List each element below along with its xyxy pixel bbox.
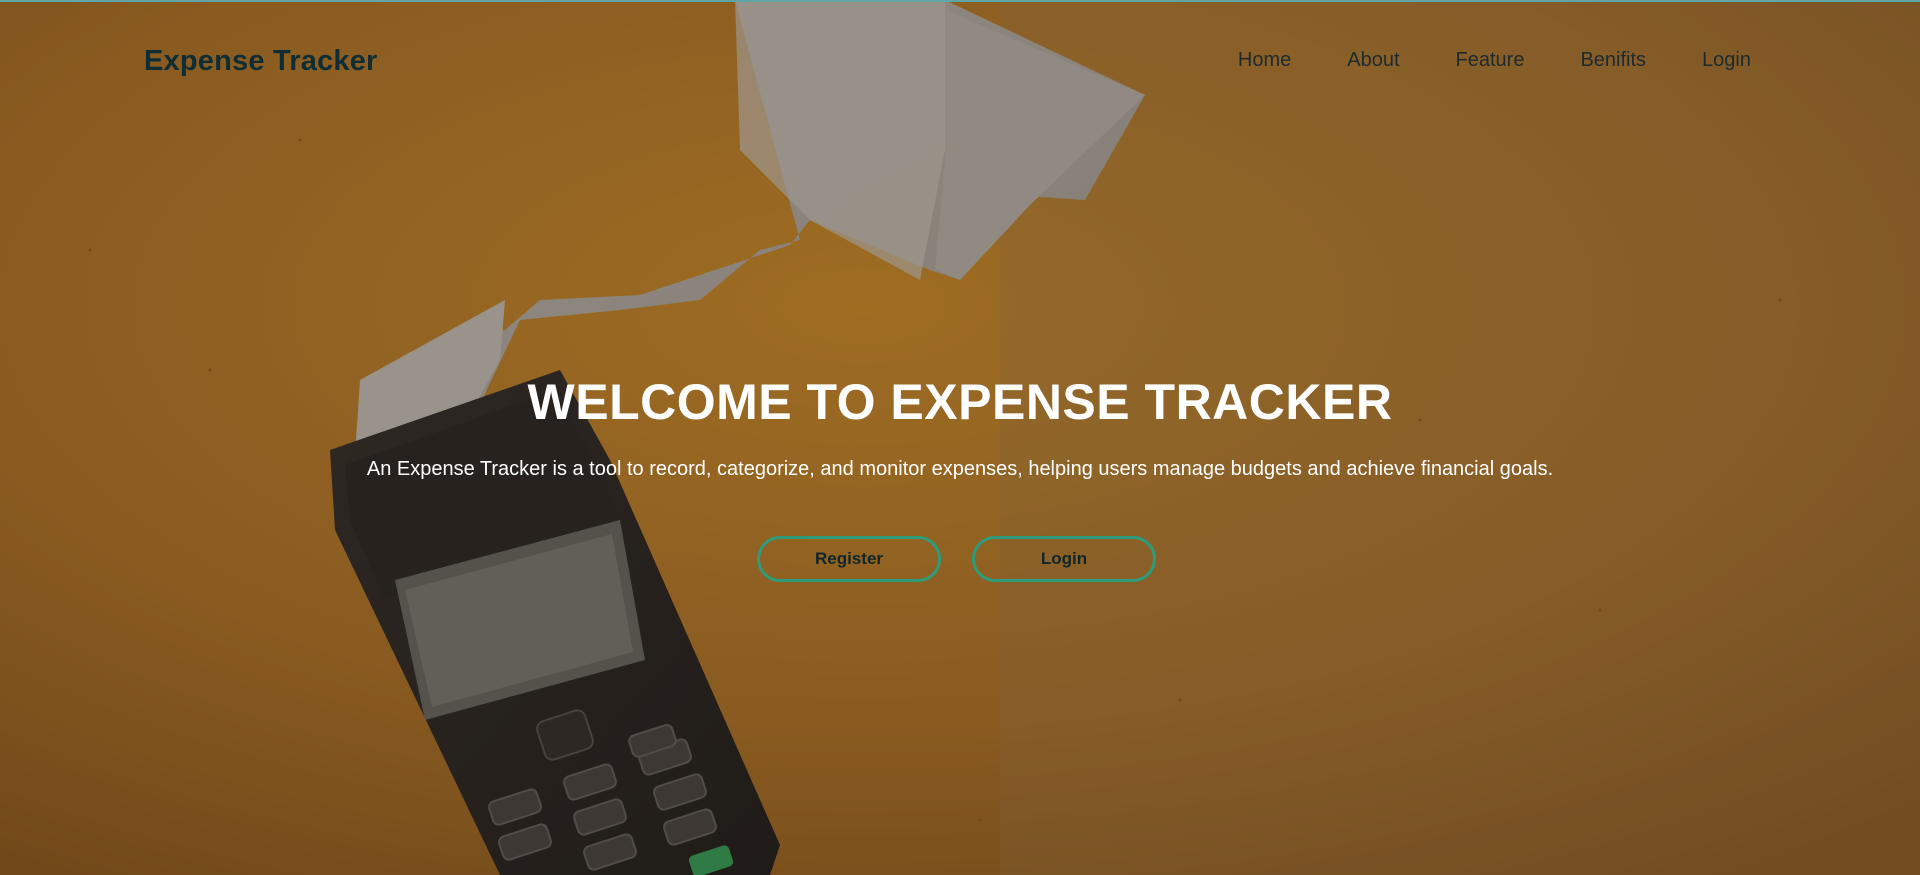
hero-buttons: Register Login bbox=[757, 536, 1156, 582]
register-button[interactable]: Register bbox=[757, 536, 941, 582]
top-accent-line bbox=[0, 0, 1920, 2]
hero-title: WELCOME TO EXPENSE TRACKER bbox=[527, 374, 1393, 430]
login-button[interactable]: Login bbox=[972, 536, 1156, 582]
landing-page: Expense Tracker Home About Feature Benif… bbox=[0, 0, 1920, 875]
hero-section: WELCOME TO EXPENSE TRACKER An Expense Tr… bbox=[0, 0, 1920, 875]
hero-description: An Expense Tracker is a tool to record, … bbox=[366, 458, 1554, 480]
